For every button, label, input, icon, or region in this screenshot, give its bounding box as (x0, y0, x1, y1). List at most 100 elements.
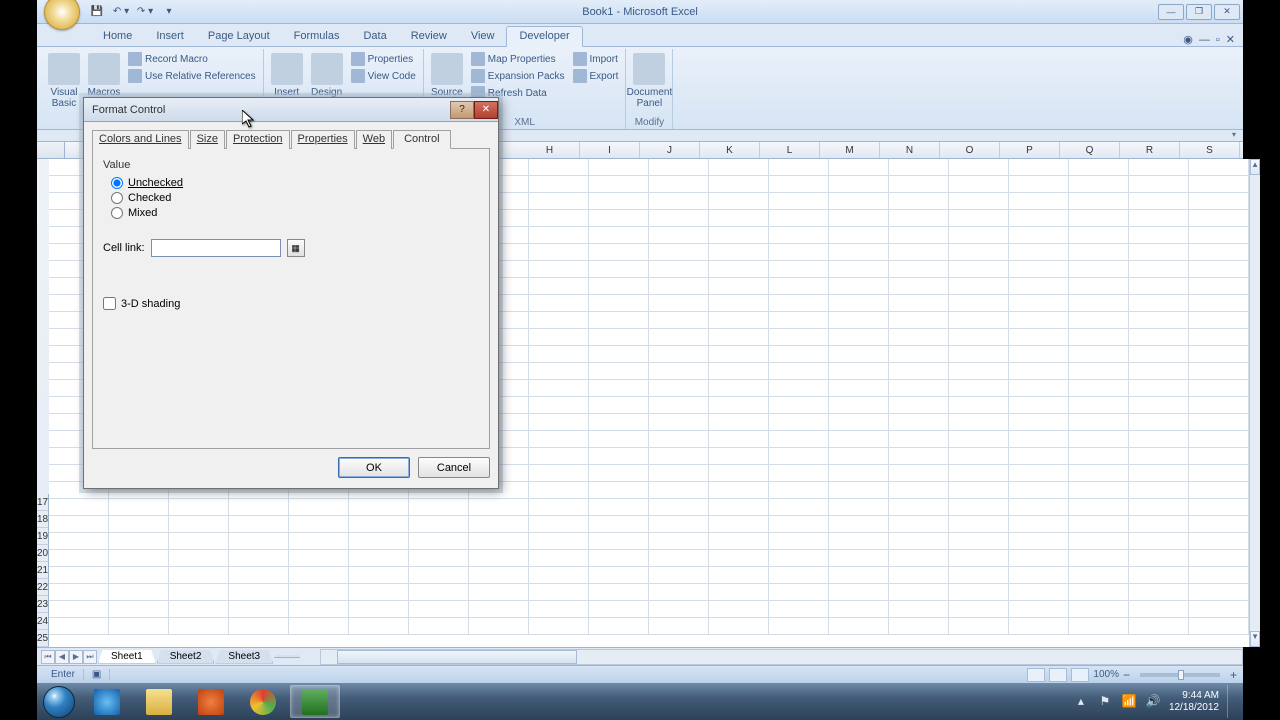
undo-icon[interactable]: ↶ ▾ (111, 3, 131, 21)
dialog-tab-properties[interactable]: Properties (291, 130, 355, 149)
tab-page-layout[interactable]: Page Layout (196, 27, 282, 46)
zoom-level[interactable]: 100% (1093, 669, 1119, 680)
use-relative-refs-button[interactable]: Use Relative References (125, 68, 259, 84)
taskbar-app-explorer[interactable] (134, 685, 184, 718)
col-header[interactable]: M (820, 142, 880, 158)
col-header[interactable]: S (1180, 142, 1240, 158)
page-break-view-button[interactable] (1071, 668, 1089, 682)
sheet-nav-prev-icon[interactable]: ◀ (55, 650, 69, 664)
normal-view-button[interactable] (1027, 668, 1045, 682)
row-header[interactable]: 17 (37, 494, 49, 511)
redo-icon[interactable]: ↷ ▾ (135, 3, 155, 21)
zoom-slider[interactable] (1140, 673, 1220, 677)
sheet-tab[interactable]: Sheet2 (157, 650, 215, 664)
col-header[interactable]: R (1120, 142, 1180, 158)
col-header[interactable]: H (520, 142, 580, 158)
page-layout-view-button[interactable] (1049, 668, 1067, 682)
help-icon[interactable]: ◉ (1183, 33, 1193, 46)
save-icon[interactable]: 💾 (87, 3, 107, 21)
col-header[interactable]: J (640, 142, 700, 158)
dialog-tab-protection[interactable]: Protection (226, 130, 290, 149)
formula-bar-expand-icon[interactable]: ▾ (1227, 130, 1241, 140)
tab-developer[interactable]: Developer (506, 26, 582, 47)
taskbar-app-chrome[interactable] (238, 685, 288, 718)
new-sheet-button[interactable] (274, 655, 300, 658)
visual-basic-button[interactable]: Visual Basic (45, 51, 83, 109)
tray-action-center-icon[interactable]: ⚑ (1097, 694, 1113, 710)
zoom-out-button[interactable]: − (1123, 668, 1130, 682)
tab-view[interactable]: View (459, 27, 507, 46)
tray-network-icon[interactable]: 📶 (1121, 694, 1137, 710)
maximize-button[interactable]: ❐ (1186, 4, 1212, 20)
col-header[interactable]: O (940, 142, 1000, 158)
sheet-nav-next-icon[interactable]: ▶ (69, 650, 83, 664)
qat-more-icon[interactable]: ▾ (159, 3, 179, 21)
tray-clock[interactable]: 9:44 AM 12/18/2012 (1169, 690, 1219, 714)
scroll-down-icon[interactable]: ▼ (1250, 631, 1260, 647)
tab-insert[interactable]: Insert (144, 27, 196, 46)
row-header[interactable]: 18 (37, 511, 49, 528)
ribbon-minimize-button[interactable]: — (1199, 34, 1210, 46)
row-header[interactable]: 23 (37, 596, 49, 613)
macro-record-icon[interactable]: ▣ (84, 669, 110, 680)
col-header[interactable]: N (880, 142, 940, 158)
row-header[interactable]: 25 (37, 630, 49, 647)
col-header[interactable]: Q (1060, 142, 1120, 158)
row-header[interactable]: 24 (37, 613, 49, 630)
radio-unchecked[interactable]: Unchecked (111, 177, 479, 189)
sheet-tab[interactable]: Sheet3 (215, 650, 273, 664)
record-macro-button[interactable]: Record Macro (125, 51, 259, 67)
xml-import-button[interactable]: Import (570, 51, 622, 67)
col-header[interactable]: I (580, 142, 640, 158)
minimize-button[interactable]: — (1158, 4, 1184, 20)
show-desktop-button[interactable] (1227, 685, 1235, 718)
scroll-up-icon[interactable]: ▲ (1250, 159, 1260, 175)
3d-shading-checkbox[interactable]: 3-D shading (103, 297, 479, 310)
tab-formulas[interactable]: Formulas (282, 27, 352, 46)
close-button[interactable]: ✕ (1214, 4, 1240, 20)
view-code-button[interactable]: View Code (348, 68, 419, 84)
tab-data[interactable]: Data (351, 27, 398, 46)
radio-mixed[interactable]: Mixed (111, 207, 479, 219)
expansion-packs-button[interactable]: Expansion Packs (468, 68, 568, 84)
dialog-close-button[interactable]: ✕ (474, 101, 498, 119)
taskbar-app-ie[interactable] (82, 685, 132, 718)
dialog-tab-control[interactable]: Control (393, 130, 450, 149)
ok-button[interactable]: OK (338, 457, 410, 478)
taskbar-app-wmp[interactable] (186, 685, 236, 718)
range-picker-button[interactable]: ▦ (287, 239, 305, 257)
cell-link-input[interactable] (151, 239, 281, 257)
tab-review[interactable]: Review (399, 27, 459, 46)
map-properties-button[interactable]: Map Properties (468, 51, 568, 67)
sheet-nav-last-icon[interactable]: ⏭ (83, 650, 97, 664)
hscroll-thumb[interactable] (337, 650, 577, 664)
col-header[interactable]: P (1000, 142, 1060, 158)
ribbon-restore-button[interactable]: ▫ (1216, 34, 1220, 46)
select-all-corner[interactable] (37, 142, 65, 158)
horizontal-scrollbar[interactable] (320, 649, 1243, 665)
dialog-tab-colors[interactable]: Colors and Lines (92, 130, 189, 149)
taskbar-app-excel[interactable] (290, 685, 340, 718)
dialog-help-button[interactable]: ? (450, 101, 474, 119)
row-header[interactable]: 19 (37, 528, 49, 545)
tab-home[interactable]: Home (91, 27, 144, 46)
radio-checked[interactable]: Checked (111, 192, 479, 204)
dialog-tab-web[interactable]: Web (356, 130, 392, 149)
zoom-in-button[interactable]: + (1230, 668, 1237, 682)
dialog-title-bar[interactable]: Format Control ? ✕ (84, 98, 498, 122)
sheet-tab[interactable]: Sheet1 (98, 650, 156, 664)
col-header[interactable]: L (760, 142, 820, 158)
tray-volume-icon[interactable]: 🔊 (1145, 694, 1161, 710)
document-panel-button[interactable]: Document Panel (630, 51, 668, 109)
tray-show-hidden-icon[interactable]: ▴ (1073, 694, 1089, 710)
dialog-tab-size[interactable]: Size (190, 130, 225, 149)
properties-button[interactable]: Properties (348, 51, 419, 67)
vertical-scrollbar[interactable]: ▲ ▼ (1249, 159, 1260, 647)
xml-export-button[interactable]: Export (570, 68, 622, 84)
cancel-button[interactable]: Cancel (418, 457, 490, 478)
start-button[interactable] (37, 683, 81, 720)
col-header[interactable]: K (700, 142, 760, 158)
row-header[interactable]: 20 (37, 545, 49, 562)
sheet-nav-first-icon[interactable]: ⏮ (41, 650, 55, 664)
row-header[interactable]: 21 (37, 562, 49, 579)
